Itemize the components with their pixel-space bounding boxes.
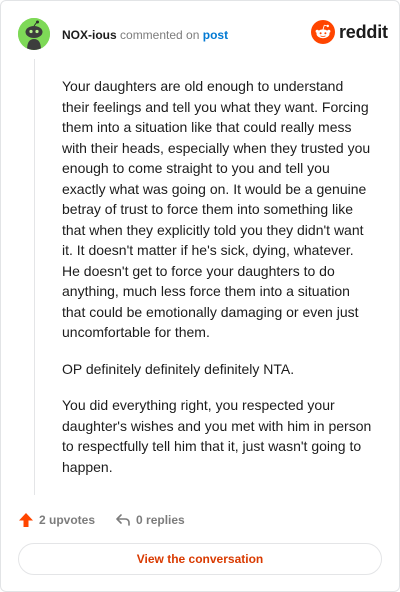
comment-paragraph: You did everything right, you respected … xyxy=(62,397,372,475)
reddit-wordmark: reddit xyxy=(339,21,388,42)
upvote-arrow-icon xyxy=(19,513,33,527)
thread-line xyxy=(34,59,35,495)
snoo-avatar-icon xyxy=(18,18,50,50)
reply-button[interactable]: 0 replies xyxy=(115,512,185,528)
comment-paragraph: OP definitely definitely definitely NTA. xyxy=(62,360,295,377)
reddit-logo[interactable]: reddit xyxy=(311,20,388,44)
reply-count: 0 replies xyxy=(136,513,185,527)
action-text: commented on xyxy=(120,28,200,42)
comment-card: NOX-ious commented on post reddit Your d… xyxy=(0,0,400,592)
user-avatar[interactable] xyxy=(18,18,50,50)
post-link[interactable]: post xyxy=(203,28,228,42)
upvote-button[interactable]: 2 upvotes xyxy=(18,512,95,528)
comment-actions: 2 upvotes 0 replies xyxy=(18,509,185,531)
view-conversation-button[interactable]: View the conversation xyxy=(18,543,382,575)
comment-body: Your daughters are old enough to underst… xyxy=(62,76,372,493)
author-name[interactable]: NOX-ious xyxy=(62,28,117,42)
upvote-count: 2 upvotes xyxy=(39,513,96,527)
comment-header: NOX-ious commented on post xyxy=(62,28,228,42)
reply-arrow-icon xyxy=(116,514,130,526)
comment-paragraph: Your daughters are old enough to underst… xyxy=(62,78,371,340)
reddit-snoo-icon xyxy=(311,20,335,44)
